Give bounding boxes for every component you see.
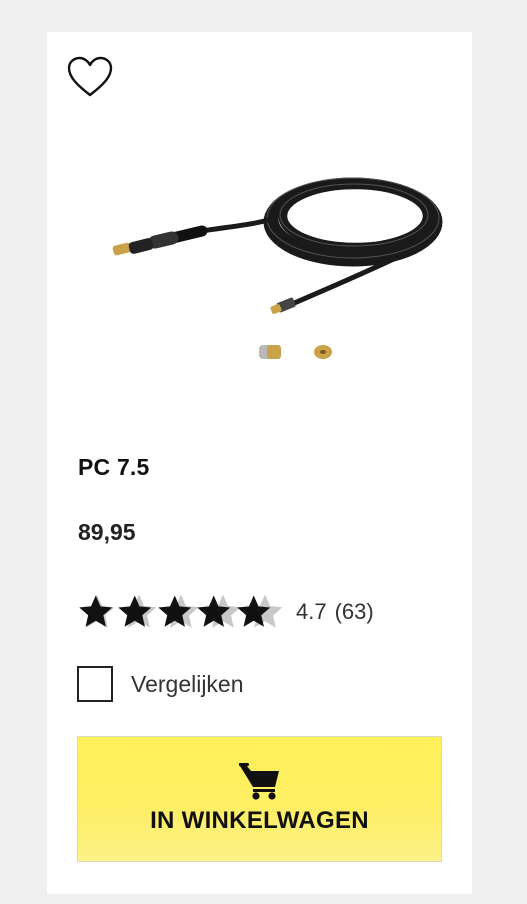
add-to-cart-button[interactable]: IN WINKELWAGEN [77,736,442,862]
rating-count[interactable]: (63) [335,599,374,625]
product-name[interactable]: PC 7.5 [78,454,150,481]
star-filled-icon [197,595,231,627]
rating-stars [76,591,286,633]
shopping-cart-icon [238,763,279,800]
rating-stars-fill [76,591,273,633]
compare-checkbox[interactable] [77,666,113,702]
star-filled-icon [237,595,271,627]
wishlist-heart-icon[interactable] [67,56,113,98]
product-image[interactable] [77,117,447,377]
add-to-cart-label: IN WINKELWAGEN [150,807,369,834]
compare-toggle[interactable]: Vergelijken [77,666,244,702]
product-rating[interactable]: 4.7 (63) [76,590,374,634]
star-filled-icon [79,595,113,627]
compare-label[interactable]: Vergelijken [131,671,244,698]
star-filled-icon [118,595,152,627]
star-filled-icon [158,595,192,627]
rating-value: 4.7 [296,599,327,624]
product-card: PC 7.5 89,95 4.7 (63) Vergelijken IN WIN… [47,32,472,894]
product-price: 89,95 [78,519,136,545]
